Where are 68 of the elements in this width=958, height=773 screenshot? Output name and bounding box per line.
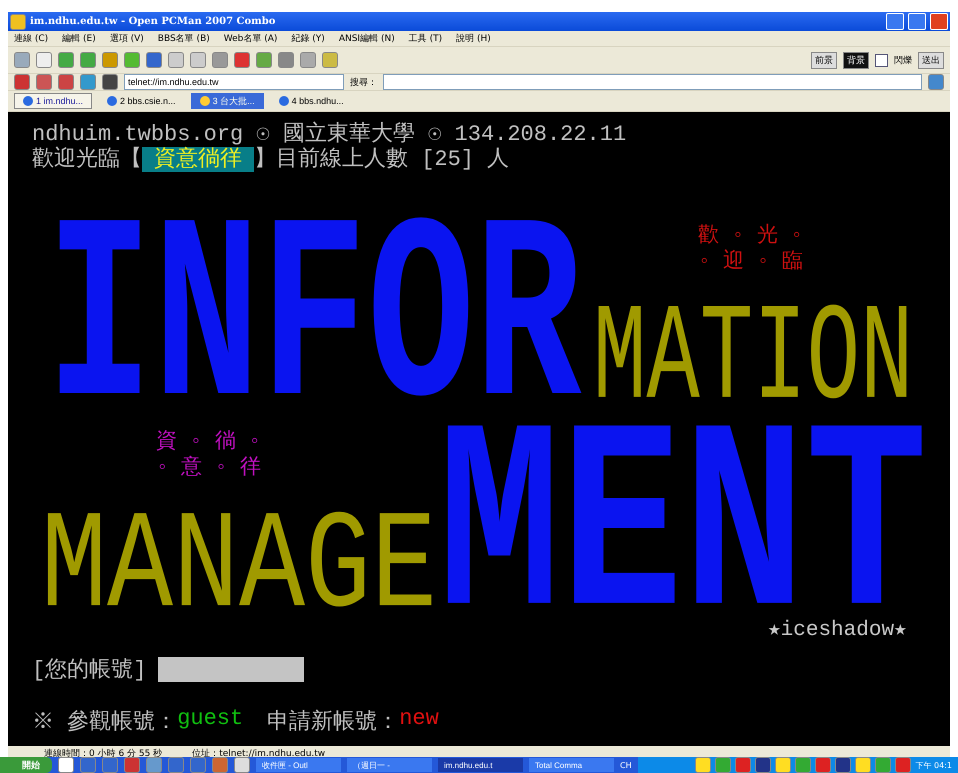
- banner-text: INFOR: [46, 216, 582, 402]
- terminal-text: ※ 參觀帳號：: [32, 709, 178, 736]
- tray-icon[interactable]: [695, 757, 712, 773]
- taskbar-button[interactable]: （週日一 -: [347, 758, 432, 772]
- menu-item[interactable]: 紀錄 (Y): [291, 32, 325, 45]
- restore-button[interactable]: [908, 13, 926, 30]
- toolbar-icon[interactable]: [36, 74, 52, 90]
- tab[interactable]: 1 im.ndhu...: [14, 93, 92, 109]
- banner-text: MENT: [438, 422, 928, 614]
- menu-item[interactable]: 連線 (C): [14, 32, 48, 45]
- tray-icon[interactable]: [775, 757, 792, 773]
- taskbar-button[interactable]: 收件匣 - Outl: [256, 758, 341, 772]
- art-text: 歡 ◦ 光 ◦ ◦ 迎 ◦ 臨: [698, 224, 804, 276]
- language-indicator[interactable]: CH: [620, 760, 632, 770]
- tray-icon[interactable]: [895, 757, 912, 773]
- clock: 下午 04:1: [915, 760, 952, 770]
- app-icon: [10, 14, 26, 30]
- color-button[interactable]: 背景: [843, 52, 869, 68]
- window-title: im.ndhu.edu.tw - Open PCMan 2007 Combo: [30, 16, 276, 27]
- art-text: ★iceshadow★: [768, 618, 907, 644]
- tray-icon[interactable]: [855, 757, 872, 773]
- tray-icon[interactable]: [815, 757, 832, 773]
- account-label: [您的帳號]: [32, 657, 146, 684]
- terminal-text: 申請新帳號：: [267, 708, 400, 736]
- menu-item[interactable]: 說明 (H): [456, 32, 491, 45]
- search-engine-icon[interactable]: [928, 74, 944, 90]
- blink-checkbox[interactable]: [875, 54, 888, 66]
- address-field[interactable]: telnet://im.ndhu.edu.tw: [124, 74, 344, 90]
- search-field[interactable]: [383, 74, 922, 90]
- status-text: 連線時間：0 小時 6 分 55 秒: [44, 748, 162, 760]
- toolbar-icon[interactable]: [234, 52, 250, 68]
- terminal-text: 】目前線上人數 [25] 人: [254, 147, 510, 172]
- tab[interactable]: 4 bbs.ndhu...: [270, 93, 353, 109]
- guest-text: guest: [177, 706, 244, 733]
- tray-icon[interactable]: [735, 757, 752, 773]
- close-button[interactable]: [930, 13, 948, 30]
- toolbar-icon[interactable]: [14, 74, 30, 90]
- menu-item[interactable]: BBS名單 (B): [158, 32, 210, 45]
- toolbar-icon[interactable]: [102, 74, 118, 90]
- color-button[interactable]: 前景: [811, 52, 837, 68]
- terminal-text: 歡迎光臨【: [32, 147, 142, 172]
- tray-icon[interactable]: [835, 757, 852, 773]
- terminal-text: ndhuim.twbbs.org ☉ 國立東華大學 ☉ 134.208.22.11: [32, 122, 626, 147]
- status-text: 位址：telnet://im.ndhu.edu.tw: [192, 748, 326, 760]
- minimize-button[interactable]: [886, 13, 904, 30]
- send-button[interactable]: 送出: [918, 52, 944, 68]
- new-text: new: [399, 706, 439, 733]
- tab[interactable]: 3 台大批...: [190, 93, 264, 109]
- blink-label: 閃爍: [894, 54, 912, 66]
- tray-icon[interactable]: [755, 757, 772, 773]
- tab[interactable]: 2 bbs.csie.n...: [98, 93, 185, 109]
- quick-launch-icon[interactable]: [58, 757, 74, 773]
- taskbar-button[interactable]: Total Comma: [529, 758, 614, 772]
- start-button[interactable]: 開始: [0, 757, 52, 773]
- board-name: 資意徜徉: [142, 147, 254, 172]
- menu-item[interactable]: 編輯 (E): [62, 32, 96, 45]
- menu-item[interactable]: 選項 (V): [110, 32, 144, 45]
- toolbar-icon[interactable]: [58, 74, 74, 90]
- search-label: 搜尋：: [350, 76, 377, 88]
- quick-launch-icon[interactable]: [234, 757, 250, 773]
- menu-item[interactable]: ANSI編輯 (N): [338, 32, 395, 45]
- toolbar-icon[interactable]: [146, 52, 162, 68]
- art-text: 資 ◦ 徜 ◦ ◦ 意 ◦ 徉: [156, 430, 262, 482]
- banner-text: MATION: [593, 307, 914, 401]
- menu-item[interactable]: Web名單 (A): [224, 32, 278, 45]
- taskbar-button[interactable]: im.ndhu.edu.t: [438, 758, 523, 772]
- menu-item[interactable]: 工具 (T): [408, 32, 442, 45]
- account-input[interactable]: [158, 656, 304, 682]
